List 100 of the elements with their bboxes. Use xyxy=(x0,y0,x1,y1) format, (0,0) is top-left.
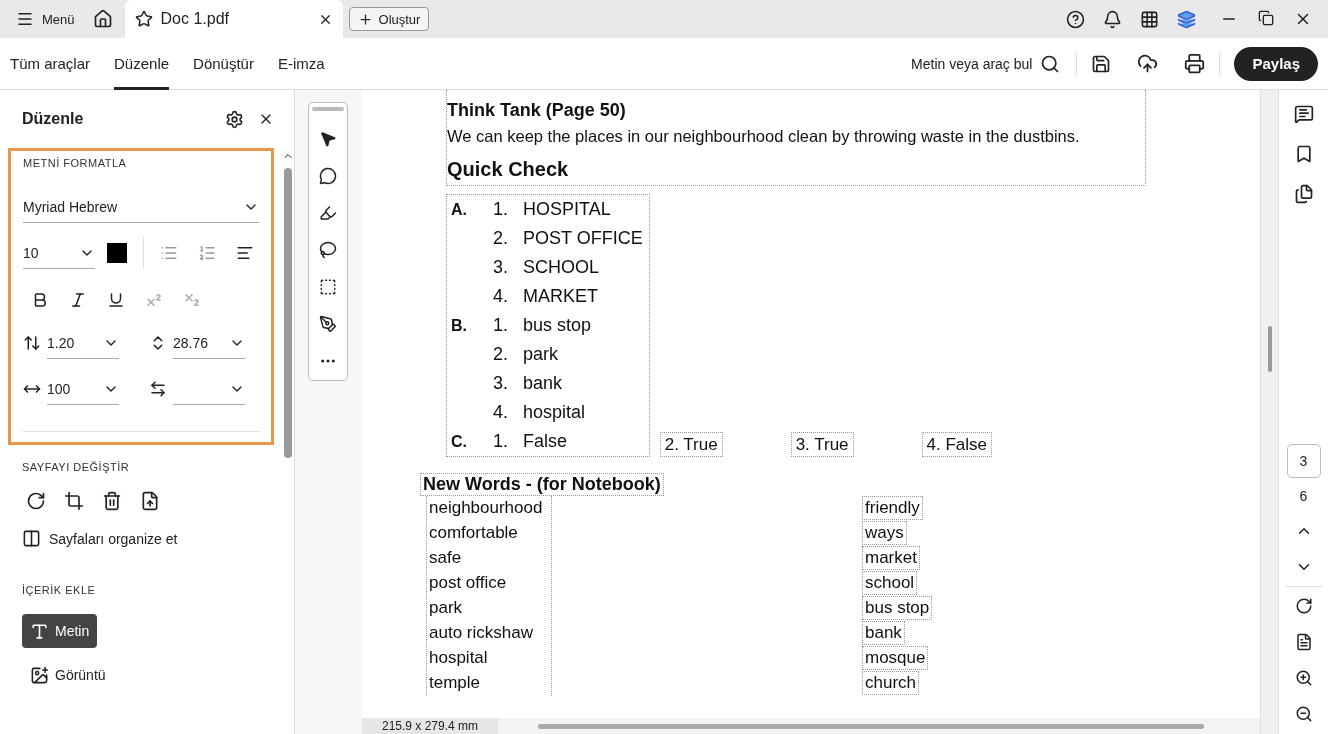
answer-number: 4. xyxy=(493,286,509,307)
toolbar-tab[interactable]: E-imza xyxy=(277,37,325,90)
answer-text: bus stop xyxy=(523,315,592,336)
restore-icon[interactable] xyxy=(1258,10,1274,26)
text-icon xyxy=(30,621,49,641)
answer-number: 2. xyxy=(493,228,509,249)
answer-text: False xyxy=(523,431,567,452)
paragraph-spacing-dropdown[interactable]: 28.76 xyxy=(173,327,245,359)
rotate-icon[interactable] xyxy=(1294,597,1313,615)
crop-icon[interactable] xyxy=(64,491,84,511)
answer-text: SCHOOL xyxy=(523,257,600,278)
organize-pages-button[interactable]: Sayfaları organize et xyxy=(22,529,260,548)
answer-letter: C. xyxy=(451,432,468,451)
horizontal-scrollbar[interactable] xyxy=(538,723,1205,729)
text-box-icon[interactable] xyxy=(319,278,337,296)
toolbar-tab[interactable]: Tüm araçlar xyxy=(10,37,91,90)
word: auto rickshaw xyxy=(429,622,534,644)
bell-icon[interactable] xyxy=(1103,9,1122,29)
page-count: 6 xyxy=(1299,488,1308,504)
search-button[interactable]: Metin veya araç bul xyxy=(903,53,1069,74)
word: ways xyxy=(862,521,907,545)
create-button[interactable]: Oluştur xyxy=(348,7,430,31)
section-heading: SAYFAYI DEĞİŞTİR xyxy=(22,461,131,473)
answer-text: MARKET xyxy=(523,286,598,307)
answer-letter: A. xyxy=(451,200,468,219)
actual-size-icon[interactable] xyxy=(1294,633,1313,651)
menu-button[interactable]: Menü xyxy=(10,6,81,32)
pages-icon[interactable] xyxy=(1293,184,1314,204)
answer-letter: B. xyxy=(451,316,468,335)
answer-text: park xyxy=(523,344,558,365)
numbered-list-icon[interactable] xyxy=(198,244,216,262)
answer-number: 4. xyxy=(493,402,509,423)
word: comfortable xyxy=(429,522,519,544)
word: bank xyxy=(862,621,905,645)
comments-icon[interactable] xyxy=(1293,104,1314,124)
heading: Think Tank (Page 50) xyxy=(447,100,627,121)
color-swatch[interactable] xyxy=(107,243,127,263)
zoom-in-icon[interactable] xyxy=(1294,669,1313,687)
answer-text: hospital xyxy=(523,402,586,423)
toolbar-tab[interactable]: Düzenle xyxy=(114,37,170,90)
pointer-icon[interactable] xyxy=(319,130,337,148)
settings-icon[interactable] xyxy=(225,109,244,129)
word: church xyxy=(862,671,920,695)
star-icon[interactable] xyxy=(134,10,153,28)
kerning-icon xyxy=(149,380,167,398)
align-left-icon[interactable] xyxy=(236,244,254,262)
answer-number: 1. xyxy=(493,431,509,452)
document-tab[interactable]: Doc 1.pdf xyxy=(124,0,343,38)
scale-dropdown[interactable]: 100 xyxy=(47,373,119,405)
pen-icon[interactable] xyxy=(319,315,337,333)
share-button[interactable]: Paylaş xyxy=(1234,46,1318,81)
columns-icon xyxy=(22,529,41,548)
highlighter-icon[interactable] xyxy=(319,204,337,222)
help-icon[interactable] xyxy=(1066,9,1085,29)
scrollbar-thumb[interactable] xyxy=(284,168,292,458)
italic-icon[interactable] xyxy=(69,291,87,309)
heading: New Words - (for Notebook) xyxy=(420,473,664,496)
underline-icon[interactable] xyxy=(107,291,125,309)
comment-icon[interactable] xyxy=(319,167,337,185)
trash-icon[interactable] xyxy=(102,491,122,511)
layers-icon[interactable] xyxy=(1177,9,1196,29)
word: friendly xyxy=(862,496,923,520)
answer-number: 1. xyxy=(493,199,509,220)
zoom-out-icon[interactable] xyxy=(1294,705,1313,723)
apps-icon[interactable] xyxy=(1140,9,1159,29)
search-icon xyxy=(1040,53,1061,74)
line-spacing-dropdown[interactable]: 1.20 xyxy=(47,327,119,359)
heading: Quick Check xyxy=(447,158,570,181)
answer-text: 4. False xyxy=(921,432,993,457)
word: park xyxy=(429,597,464,619)
answer-number: 3. xyxy=(493,257,509,278)
image-plus-icon xyxy=(30,665,49,685)
size-dropdown[interactable]: 10 xyxy=(23,237,95,269)
lasso-icon[interactable] xyxy=(319,241,337,259)
word: mosque xyxy=(862,646,929,670)
rotate-icon[interactable] xyxy=(26,491,46,511)
answer-text: 3. True xyxy=(790,432,854,457)
add-content-button[interactable]: Metin xyxy=(22,614,98,648)
toolbar-tab[interactable]: Dönüştür xyxy=(193,37,254,90)
answer-text: HOSPITAL xyxy=(523,199,611,220)
menu-icon xyxy=(16,10,34,28)
section-heading: METNİ FORMATLA xyxy=(23,157,128,169)
plus-icon xyxy=(357,11,373,27)
word: hospital xyxy=(429,647,489,669)
word: temple xyxy=(429,672,482,694)
word: neighbourhood xyxy=(429,497,544,519)
drag-handle[interactable] xyxy=(312,107,344,111)
tab-title: Doc 1.pdf xyxy=(160,10,230,28)
paragraph: We can keep the places in our neighbourhood clean by throwing waste in the dustbins. xyxy=(447,127,1081,146)
word: market xyxy=(862,546,920,570)
word: bus stop xyxy=(862,596,933,620)
save-icon xyxy=(1091,53,1112,74)
word: post office xyxy=(429,572,508,594)
add-content-button[interactable]: Görüntü xyxy=(22,658,114,692)
scrollbar-thumb[interactable] xyxy=(1267,326,1272,372)
page-number-field[interactable]: 3 xyxy=(1286,444,1321,478)
extract-icon[interactable] xyxy=(140,491,160,511)
bullet-list-icon[interactable] xyxy=(160,244,178,262)
answer-text: bank xyxy=(523,373,563,394)
font-dropdown[interactable]: Myriad Hebrew xyxy=(23,191,259,223)
